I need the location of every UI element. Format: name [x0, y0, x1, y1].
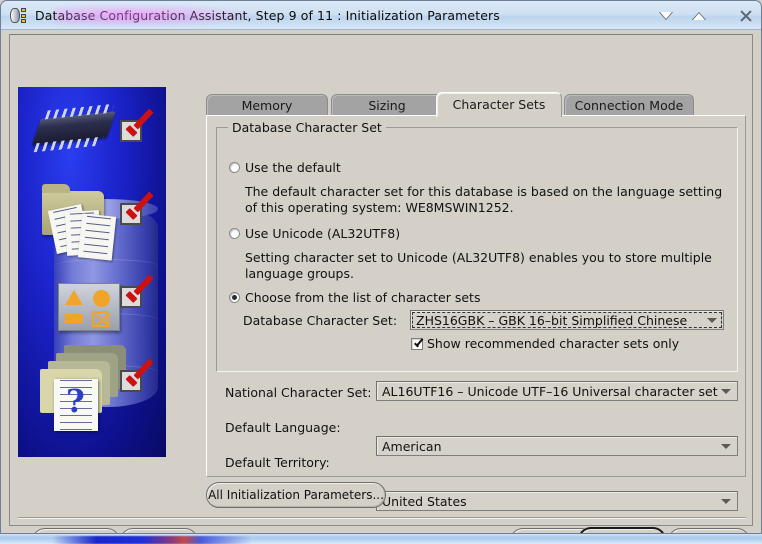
show-recommended-checkbox[interactable]: Show recommended character sets only	[411, 336, 679, 351]
title-bar: Database Configuration Assistant, Step 9…	[1, 1, 761, 30]
database-character-set-group: Database Character Set Use the default T…	[216, 120, 738, 372]
wizard-illustration: ?	[18, 87, 166, 457]
radio-use-default-indicator	[229, 162, 240, 173]
chevron-down-icon	[721, 499, 731, 504]
step-check-1-icon	[120, 117, 156, 145]
group-legend: Database Character Set	[228, 120, 386, 135]
national-character-set-row: National Character Set:	[225, 385, 371, 400]
database-icon	[10, 7, 27, 24]
database-character-set-select[interactable]: ZHS16GBK – GBK 16–bit Simplified Chinese	[410, 310, 724, 330]
documents-icon	[47, 203, 130, 261]
memory-chip-icon	[32, 111, 116, 145]
database-character-set-value: ZHS16GBK – GBK 16–bit Simplified Chinese	[416, 312, 688, 328]
default-language-select[interactable]: American	[376, 436, 738, 456]
question-document-icon: ?	[54, 379, 98, 431]
national-character-set-value: AL16UTF16 – Unicode UTF–16 Universal cha…	[382, 383, 718, 399]
national-character-set-select[interactable]: AL16UTF16 – Unicode UTF–16 Universal cha…	[376, 381, 738, 401]
default-territory-select[interactable]: United States	[376, 491, 738, 511]
step-check-3-icon	[120, 283, 156, 311]
character-sets-panel: Database Character Set Use the default T…	[206, 115, 746, 511]
radio-use-unicode-label: Use Unicode (AL32UTF8)	[245, 226, 401, 241]
show-recommended-checkbox-indicator	[411, 337, 423, 350]
dialog-window: Database Configuration Assistant, Step 9…	[0, 0, 762, 534]
all-initialization-parameters-button[interactable]: All Initialization Parameters...	[206, 482, 386, 508]
screen: Database Configuration Assistant, Step 9…	[0, 0, 762, 544]
radio-choose-from-list-indicator	[229, 292, 240, 303]
use-default-description: The default character set for this datab…	[245, 184, 723, 215]
use-unicode-description: Setting character set to Unicode (AL32UT…	[245, 250, 712, 281]
database-character-set-label: Database Character Set:	[243, 313, 398, 328]
close-icon[interactable]	[739, 9, 753, 23]
shapes-panel-icon	[58, 283, 120, 331]
tab-connection-mode[interactable]: Connection Mode	[564, 94, 694, 116]
footer-divider	[18, 517, 746, 519]
tab-memory[interactable]: Memory	[206, 94, 328, 116]
maximize-icon[interactable]	[692, 9, 713, 23]
window-title: Database Configuration Assistant, Step 9…	[35, 8, 500, 23]
default-language-value: American	[382, 438, 442, 454]
show-recommended-checkbox-label: Show recommended character sets only	[427, 336, 680, 351]
next-button[interactable]: Next »	[578, 527, 666, 533]
radio-use-default-label: Use the default	[245, 160, 341, 175]
step-check-2-icon	[120, 200, 156, 228]
default-territory-value: United States	[382, 493, 467, 509]
minimize-icon[interactable]	[659, 9, 673, 23]
dialog-client: ? Memory Sizing Character Sets Connectio…	[9, 34, 753, 533]
step-check-4-icon	[120, 367, 156, 395]
default-language-label: Default Language:	[225, 420, 341, 435]
radio-use-unicode[interactable]: Use Unicode (AL32UTF8)	[229, 226, 400, 241]
default-territory-label: Default Territory:	[225, 455, 330, 470]
tab-bar: Memory Sizing Character Sets Connection …	[206, 92, 746, 117]
radio-use-unicode-indicator	[229, 228, 240, 239]
chevron-down-icon	[721, 444, 731, 449]
window-controls	[659, 1, 753, 30]
tab-sizing[interactable]: Sizing	[331, 94, 443, 116]
taskbar-item[interactable]	[52, 536, 252, 544]
radio-choose-from-list-label: Choose from the list of character sets	[245, 290, 481, 305]
folder-stack-icon: ?	[38, 345, 126, 431]
default-territory-row: Default Territory:	[225, 455, 330, 470]
tab-character-sets[interactable]: Character Sets	[436, 92, 562, 117]
chevron-down-icon	[707, 318, 717, 323]
default-language-row: Default Language:	[225, 420, 341, 435]
database-character-set-row: Database Character Set:	[243, 313, 397, 328]
national-character-set-label: National Character Set:	[225, 385, 372, 400]
radio-choose-from-list[interactable]: Choose from the list of character sets	[229, 290, 480, 305]
chevron-down-icon	[721, 389, 731, 394]
radio-use-default[interactable]: Use the default	[229, 160, 341, 175]
